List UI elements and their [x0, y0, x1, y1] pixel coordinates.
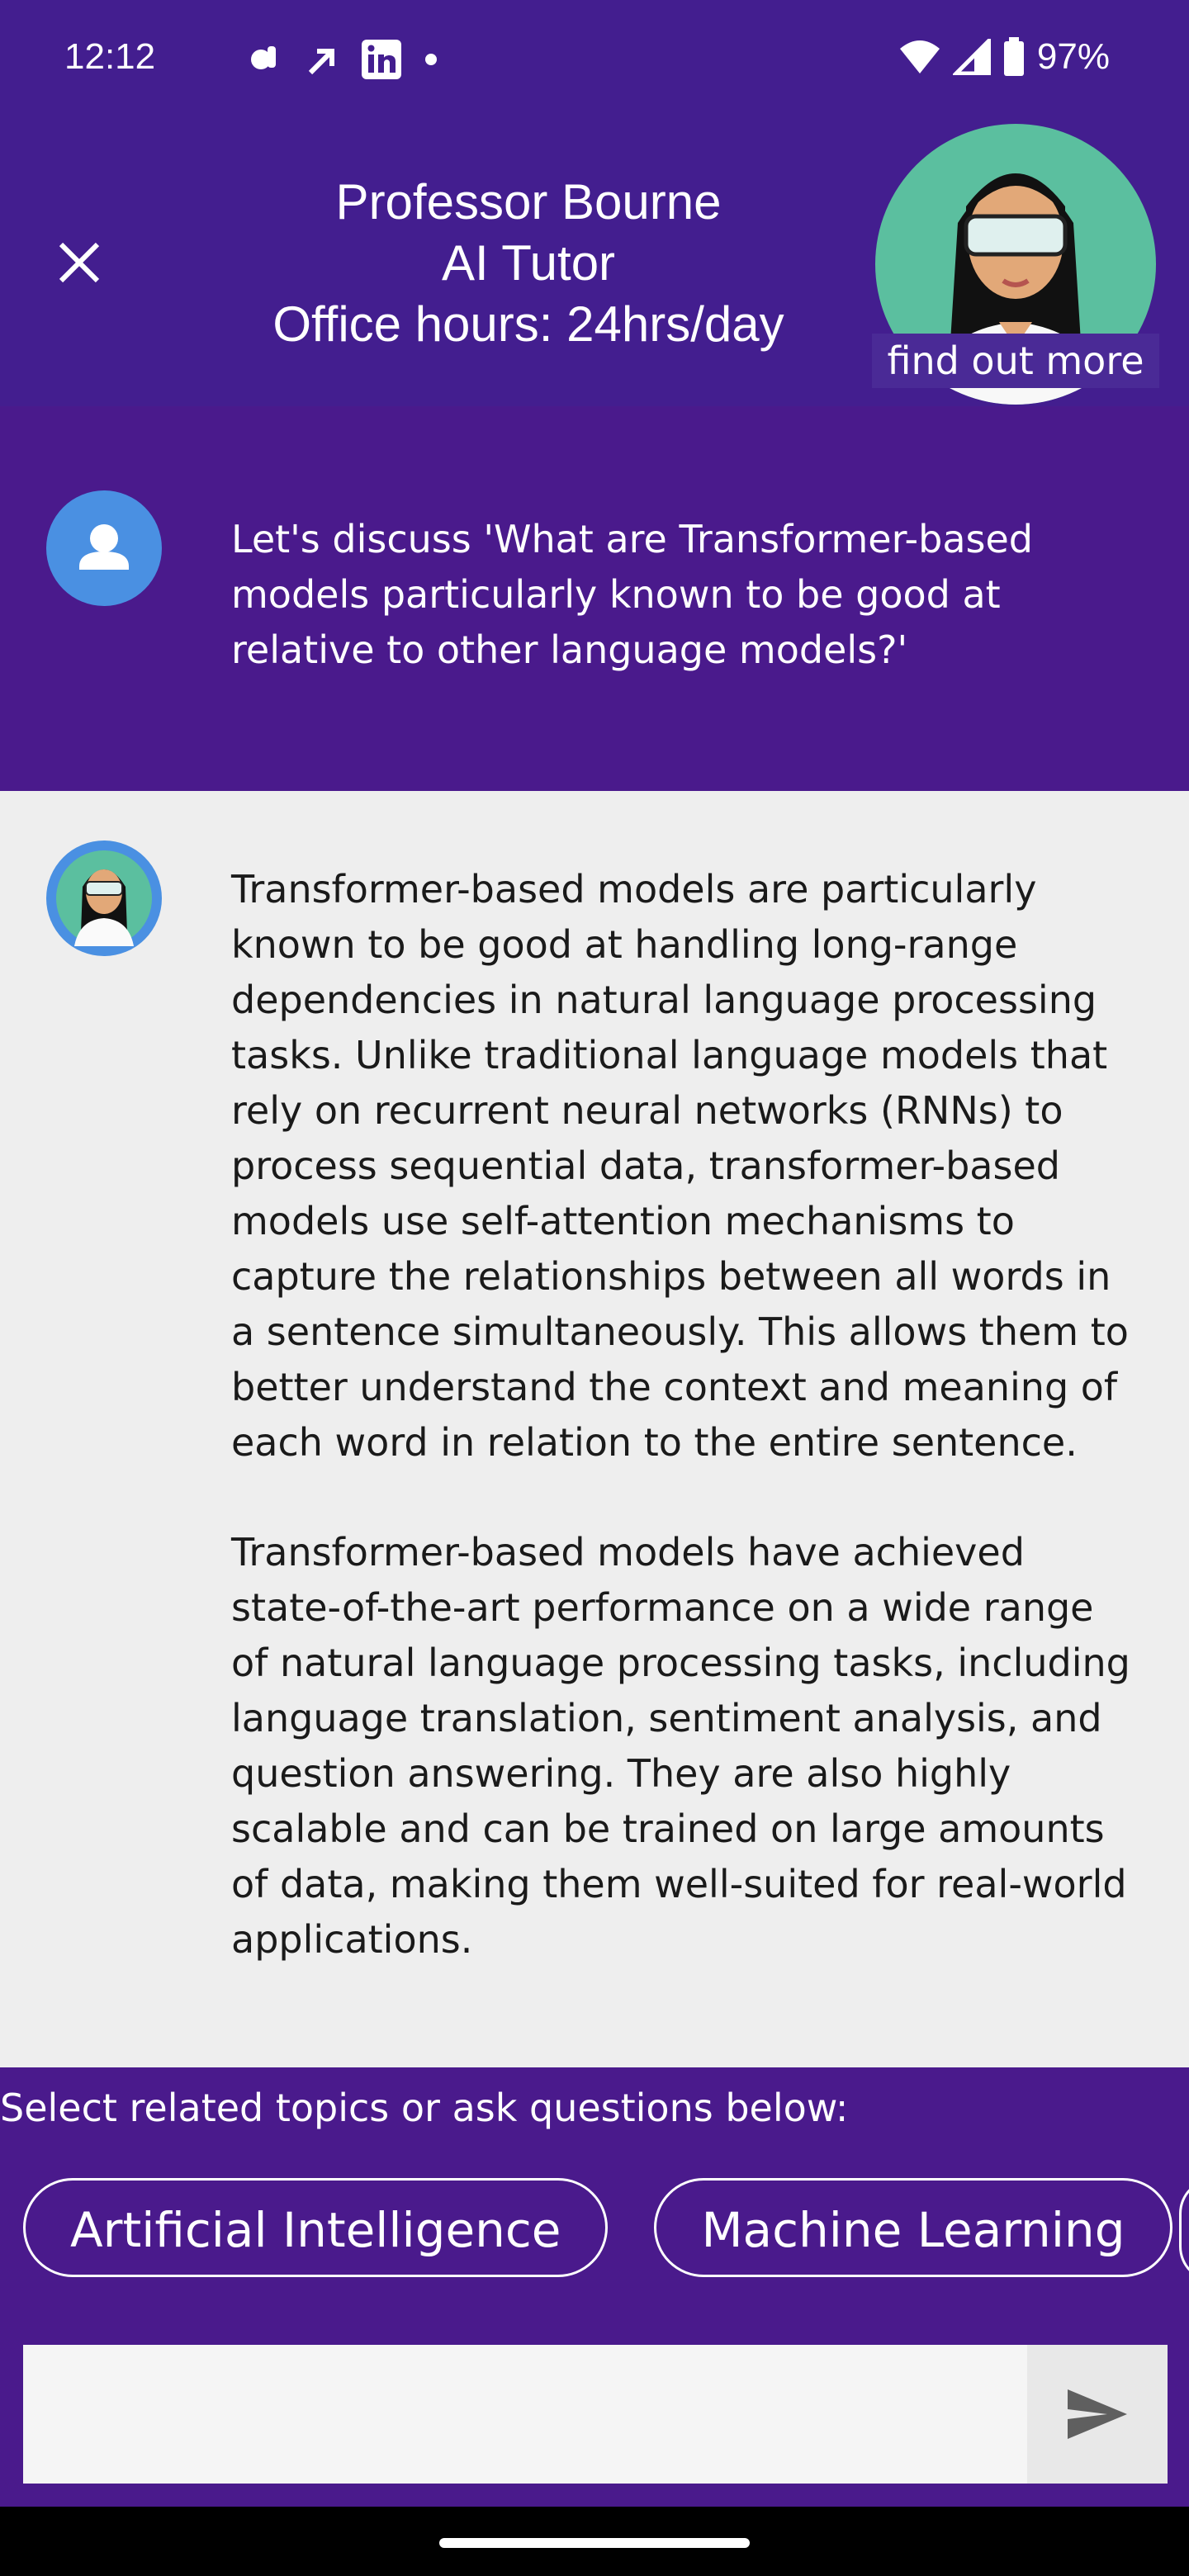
- tiktok-icon: [251, 46, 276, 69]
- user-message-text: Let's discuss 'What are Transformer-base…: [231, 517, 1034, 672]
- tutor-name: Professor Bourne: [335, 174, 722, 230]
- message-input-area: [23, 2345, 1168, 2484]
- bot-message: Transformer-based models are particularl…: [0, 791, 1189, 2067]
- close-icon[interactable]: [53, 236, 106, 289]
- arrow-icon: [308, 49, 334, 75]
- topic-chips: Artificial Intelligence Machine Learning: [23, 2178, 1172, 2277]
- person-icon: [79, 524, 129, 570]
- send-button[interactable]: [1027, 2345, 1168, 2484]
- status-right: 97%: [898, 36, 1110, 78]
- user-message: Let's discuss 'What are Transformer-base…: [0, 406, 1189, 791]
- message-input[interactable]: [23, 2345, 1027, 2484]
- home-indicator[interactable]: [439, 2538, 750, 2548]
- dot-icon: [425, 54, 437, 65]
- office-hours: Office hours: 24hrs/day: [272, 296, 784, 352]
- battery-icon: [1003, 37, 1024, 76]
- bot-message-text: Transformer-based models are particularl…: [231, 862, 1139, 2022]
- signal-icon: [952, 39, 991, 75]
- topic-chip-partial[interactable]: [1179, 2178, 1189, 2282]
- notification-icons: [248, 38, 439, 81]
- topic-chip-artificial-intelligence[interactable]: Artificial Intelligence: [23, 2178, 609, 2277]
- tutor-role: AI Tutor: [441, 235, 616, 291]
- bot-paragraph: Transformer-based models are particularl…: [231, 867, 1129, 1465]
- user-avatar: [46, 490, 162, 606]
- status-bar: 12:12 97%: [0, 0, 1189, 121]
- linkedin-icon: [362, 40, 401, 79]
- bot-avatar: [46, 841, 162, 956]
- professor-avatar-icon: [56, 850, 152, 946]
- bot-paragraph: Transformer-based models have achieved s…: [231, 1530, 1130, 1962]
- find-out-more-button[interactable]: find out more: [872, 334, 1159, 388]
- tutor-title: Professor Bourne AI Tutor Office hours: …: [239, 172, 817, 355]
- send-icon: [1068, 2389, 1127, 2439]
- topic-chip-machine-learning[interactable]: Machine Learning: [654, 2178, 1172, 2277]
- status-time: 12:12: [64, 36, 156, 77]
- wifi-icon: [899, 40, 940, 73]
- battery-percent: 97%: [1036, 36, 1110, 77]
- suggestions-label: Select related topics or ask questions b…: [0, 2086, 849, 2130]
